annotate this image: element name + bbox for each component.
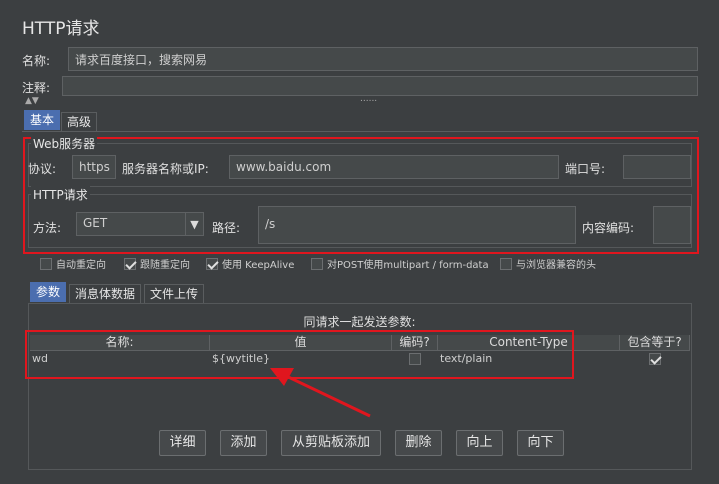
comment-label: 注释: [22, 81, 51, 95]
splitter-grip-icon[interactable]: ...... [360, 94, 377, 104]
name-label: 名称: [22, 54, 51, 68]
annotation-arrow-icon [270, 368, 371, 418]
column-header-include-equals[interactable]: 包含等于? [620, 335, 690, 351]
follow-redirects-checkbox[interactable] [124, 257, 136, 270]
move-up-button[interactable]: 向上 [456, 430, 503, 456]
method-label: 方法: [33, 221, 62, 235]
option-multipart[interactable]: 对POST使用multipart / form-data [311, 256, 489, 271]
delete-button[interactable]: 删除 [395, 430, 442, 456]
tab-basic[interactable]: 基本 [24, 110, 61, 130]
tab-file-upload[interactable]: 文件上传 [144, 284, 205, 304]
port-label: 端口号: [565, 162, 606, 176]
method-value: GET [83, 216, 108, 230]
tab-separator [22, 131, 698, 132]
http-request-group-title: HTTP请求 [31, 186, 90, 203]
add-from-clipboard-button[interactable]: 从剪贴板添加 [281, 430, 381, 456]
move-down-button[interactable]: 向下 [517, 430, 564, 456]
protocol-label: 协议: [28, 162, 57, 176]
comment-input[interactable] [62, 76, 698, 96]
param-include-equals-cell[interactable] [649, 353, 661, 368]
server-label: 服务器名称或IP: [122, 162, 209, 176]
page-title: HTTP请求 [22, 19, 100, 39]
browser-headers-checkbox[interactable] [500, 257, 512, 270]
include-equals-checkbox[interactable] [649, 353, 661, 365]
encoding-label: 内容编码: [582, 221, 635, 235]
name-input[interactable]: 请求百度接口，搜索网易 [68, 47, 698, 71]
port-input[interactable] [623, 155, 691, 179]
web-server-group-title: Web服务器 [31, 135, 98, 152]
collapse-arrows-icon[interactable]: ▲▼ [25, 96, 39, 106]
keepalive-label: 使用 KeepAlive [222, 260, 295, 271]
encoding-input[interactable] [653, 206, 691, 244]
option-keepalive[interactable]: 使用 KeepAlive [206, 256, 294, 271]
server-input[interactable]: www.baidu.com [229, 155, 559, 179]
follow-redirects-label: 跟随重定向 [140, 260, 190, 271]
multipart-checkbox[interactable] [311, 257, 323, 270]
browser-headers-label: 与浏览器兼容的头 [516, 260, 596, 271]
chevron-down-icon[interactable]: ▼ [185, 213, 203, 235]
add-button[interactable]: 添加 [220, 430, 267, 456]
keepalive-checkbox[interactable] [206, 257, 218, 270]
option-browser-headers[interactable]: 与浏览器兼容的头 [500, 256, 596, 271]
multipart-label: 对POST使用multipart / form-data [327, 260, 489, 271]
auto-redirect-checkbox[interactable] [40, 257, 52, 270]
option-follow-redirects[interactable]: 跟随重定向 [124, 256, 190, 271]
detail-button[interactable]: 详细 [159, 430, 206, 456]
tab-body-data[interactable]: 消息体数据 [69, 284, 142, 304]
auto-redirect-label: 自动重定向 [56, 260, 106, 271]
tab-advanced[interactable]: 高级 [61, 112, 98, 132]
path-input[interactable]: /s [258, 206, 576, 244]
tab-params[interactable]: 参数 [30, 282, 67, 302]
path-label: 路径: [212, 221, 241, 235]
method-select[interactable]: GET ▼ [76, 212, 204, 236]
option-auto-redirect[interactable]: 自动重定向 [40, 256, 106, 271]
protocol-input[interactable]: https [72, 155, 116, 179]
params-caption: 同请求一起发送参数: [303, 315, 416, 329]
